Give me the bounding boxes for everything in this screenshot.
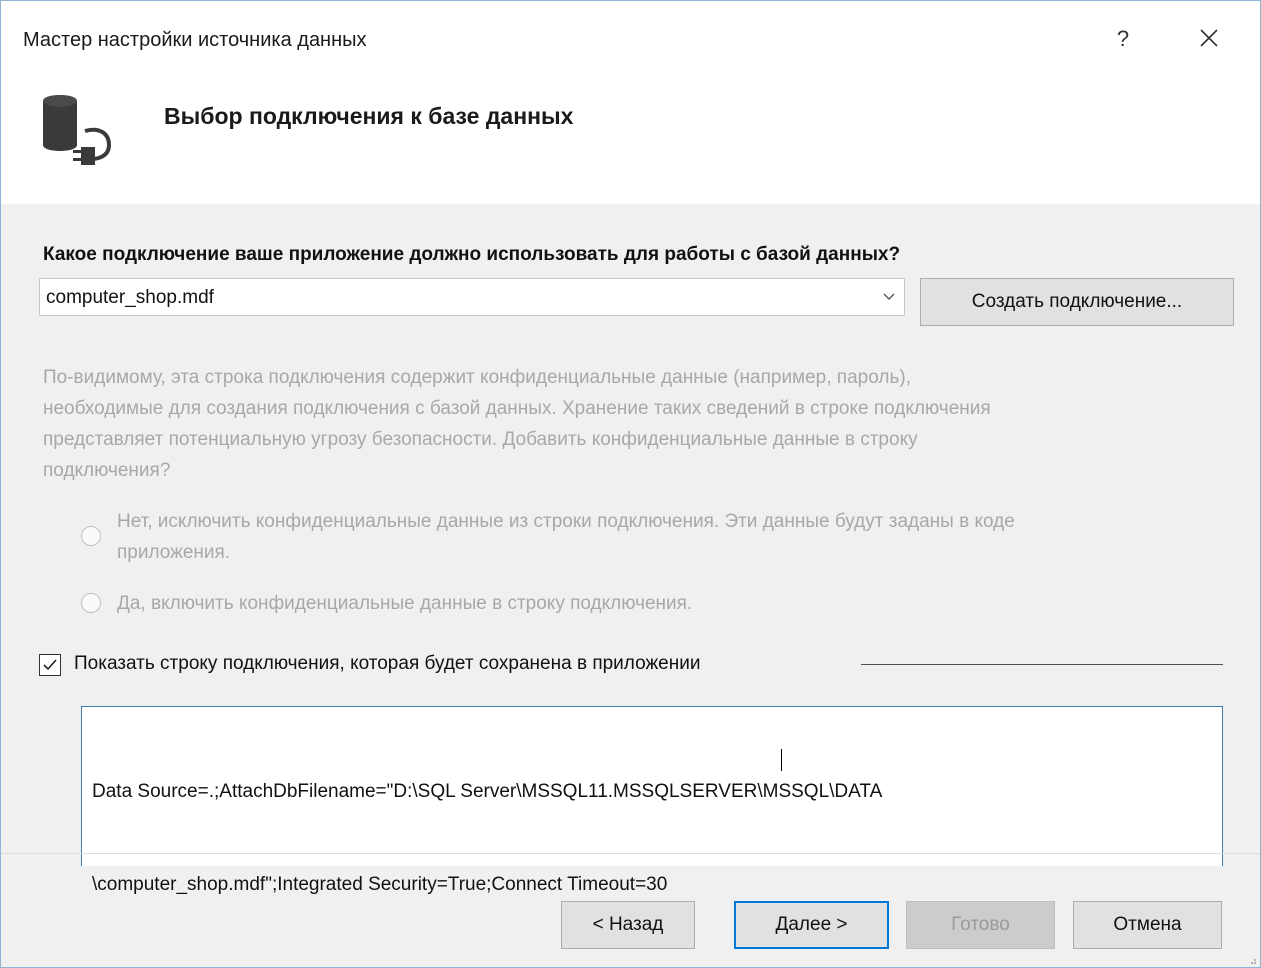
close-button[interactable] xyxy=(1189,21,1229,57)
back-button[interactable]: < Назад xyxy=(561,901,695,949)
wizard-header: Выбор подключения к базе данных xyxy=(1,81,1260,204)
title-bar: Мастер настройки источника данных ? xyxy=(1,1,1260,81)
wizard-dialog: Мастер настройки источника данных ? Выбо… xyxy=(0,0,1261,968)
chevron-down-icon xyxy=(883,293,895,300)
group-separator-line xyxy=(861,664,1223,665)
close-icon xyxy=(1200,29,1218,47)
resize-grip-icon[interactable] xyxy=(1249,957,1257,965)
sensitive-data-warning: По-видимому, эта строка подключения соде… xyxy=(43,362,1218,486)
option-line: Нет, исключить конфиденциальные данные и… xyxy=(117,511,1015,532)
connection-string-textbox[interactable]: Data Source=.;AttachDbFilename="D:\SQL S… xyxy=(81,706,1223,895)
warning-line: необходимые для создания подключения с б… xyxy=(43,398,991,419)
include-sensitive-label: Да, включить конфиденциальные данные в с… xyxy=(117,593,693,614)
radio-button[interactable] xyxy=(81,526,101,546)
page-title: Выбор подключения к базе данных xyxy=(164,103,574,129)
warning-line: представляет потенциальную угрозу безопа… xyxy=(43,429,918,450)
connection-question: Какое подключение ваше приложение должно… xyxy=(43,244,901,265)
create-connection-button[interactable]: Создать подключение... xyxy=(920,278,1234,326)
window-title: Мастер настройки источника данных xyxy=(23,29,367,51)
finish-button: Готово xyxy=(906,901,1055,949)
connection-select[interactable]: computer_shop.mdf xyxy=(39,278,905,316)
show-connection-string-label[interactable]: Показать строку подключения, которая буд… xyxy=(74,653,700,675)
text-caret xyxy=(781,749,782,771)
radio-button[interactable] xyxy=(81,593,101,613)
warning-line: подключения? xyxy=(43,460,171,481)
connection-string-line: \computer_shop.mdf";Integrated Security=… xyxy=(92,874,668,895)
connection-string-line: Data Source=.;AttachDbFilename="D:\SQL S… xyxy=(92,781,883,802)
warning-line: По-видимому, эта строка подключения соде… xyxy=(43,367,911,388)
next-button[interactable]: Далее > xyxy=(734,901,889,949)
footer-divider xyxy=(1,853,1260,854)
show-connection-string-checkbox[interactable] xyxy=(39,654,61,676)
cancel-button[interactable]: Отмена xyxy=(1073,901,1222,949)
database-connection-icon xyxy=(43,95,112,165)
option-line: приложения. xyxy=(117,542,231,563)
connection-select-value: computer_shop.mdf xyxy=(46,287,214,308)
checkmark-icon xyxy=(43,659,57,671)
help-button[interactable]: ? xyxy=(1105,21,1141,57)
exclude-sensitive-label: Нет, исключить конфиденциальные данные и… xyxy=(117,506,1217,568)
